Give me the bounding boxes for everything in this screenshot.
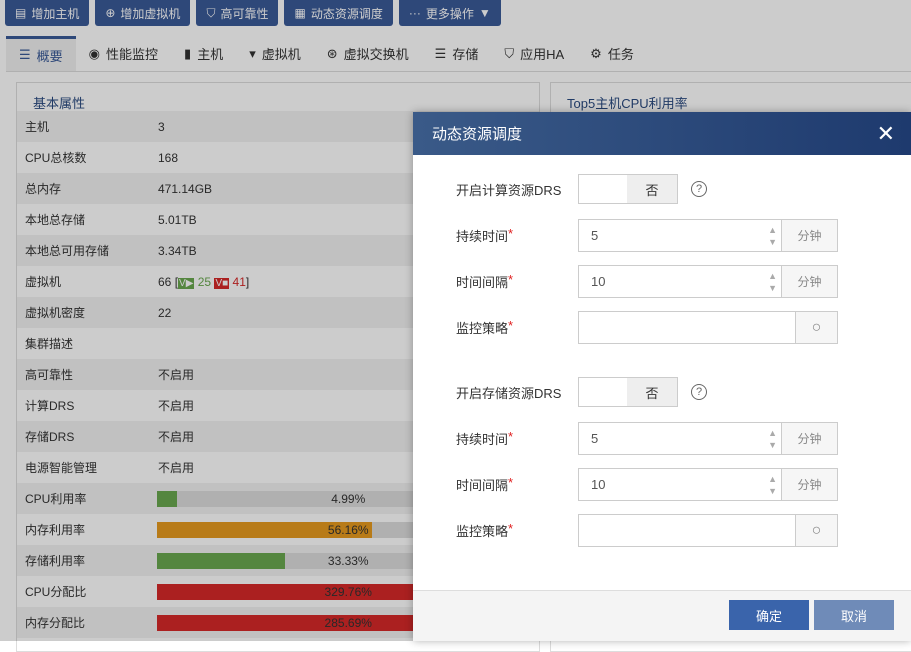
compute-interval-row: 时间间隔 * 10 ▲ ▼ 分钟 — [413, 265, 838, 298]
dialog-title: 动态资源调度 — [432, 126, 523, 143]
field-label: 时间间隔 * — [456, 475, 514, 493]
spinner-icon[interactable]: ▲ ▼ — [768, 224, 777, 248]
compute-policy-input[interactable]: ○ — [578, 311, 838, 344]
storage-policy-row: 监控策略 * ○ — [413, 514, 838, 547]
storage-interval-input[interactable]: 10 ▲ ▼ 分钟 — [578, 468, 838, 501]
search-icon[interactable]: ○ — [795, 515, 837, 546]
unit-label: 分钟 — [781, 220, 837, 251]
toggle-value: 否 — [627, 378, 677, 406]
storage-duration-row: 持续时间 * 5 ▲ ▼ 分钟 — [413, 422, 838, 455]
compute-duration-input[interactable]: 5 ▲ ▼ 分钟 — [578, 219, 838, 252]
search-icon[interactable]: ○ — [795, 312, 837, 343]
help-icon[interactable]: ? — [691, 384, 707, 400]
drs-dialog: 动态资源调度 ✕ 开启计算资源DRS 否? 持续时间 * 5 ▲ ▼ 分钟 时间间隔 * 10 ▲ ▼ 分钟… — [413, 112, 911, 641]
field-label: 持续时间 * — [456, 226, 514, 244]
unit-label: 分钟 — [781, 266, 837, 297]
spinner-icon[interactable]: ▲ ▼ — [768, 270, 777, 294]
compute-duration-row: 持续时间 * 5 ▲ ▼ 分钟 — [413, 219, 838, 252]
field-label: 持续时间 * — [456, 429, 514, 447]
field-label: 时间间隔 * — [456, 272, 514, 290]
cancel-button[interactable]: 取消 — [814, 600, 894, 630]
dialog-footer: 确定 取消 — [413, 590, 911, 641]
unit-label: 分钟 — [781, 469, 837, 500]
spinner-icon[interactable]: ▲ ▼ — [768, 427, 777, 451]
compute-interval-input[interactable]: 10 ▲ ▼ 分钟 — [578, 265, 838, 298]
input-value — [579, 312, 795, 343]
storage-drs-toggle[interactable]: 否 — [578, 377, 678, 407]
storage-interval-row: 时间间隔 * 10 ▲ ▼ 分钟 — [413, 468, 838, 501]
compute-policy-row: 监控策略 * ○ — [413, 311, 838, 344]
field-label: 开启计算资源DRS — [456, 182, 562, 198]
input-value: 5 ▲ ▼ — [591, 224, 777, 248]
field-label: 监控策略 * — [456, 318, 514, 336]
unit-label: 分钟 — [781, 423, 837, 454]
storage-duration-input[interactable]: 5 ▲ ▼ 分钟 — [578, 422, 838, 455]
dialog-header: 动态资源调度 ✕ — [413, 112, 911, 155]
toggle-value: 否 — [627, 175, 677, 203]
storage-drs-toggle-row: 开启存储资源DRS 否? — [413, 377, 707, 407]
confirm-button[interactable]: 确定 — [729, 600, 809, 630]
close-icon[interactable]: ✕ — [877, 121, 895, 147]
field-label: 开启存储资源DRS — [456, 385, 562, 401]
input-value: 10 ▲ ▼ — [591, 473, 777, 497]
input-value: 10 ▲ ▼ — [591, 270, 777, 294]
storage-policy-input[interactable]: ○ — [578, 514, 838, 547]
compute-drs-toggle-row: 开启计算资源DRS 否? — [413, 174, 707, 204]
input-value — [579, 515, 795, 546]
field-label: 监控策略 * — [456, 521, 514, 539]
input-value: 5 ▲ ▼ — [591, 427, 777, 451]
compute-drs-toggle[interactable]: 否 — [578, 174, 678, 204]
help-icon[interactable]: ? — [691, 181, 707, 197]
spinner-icon[interactable]: ▲ ▼ — [768, 473, 777, 497]
